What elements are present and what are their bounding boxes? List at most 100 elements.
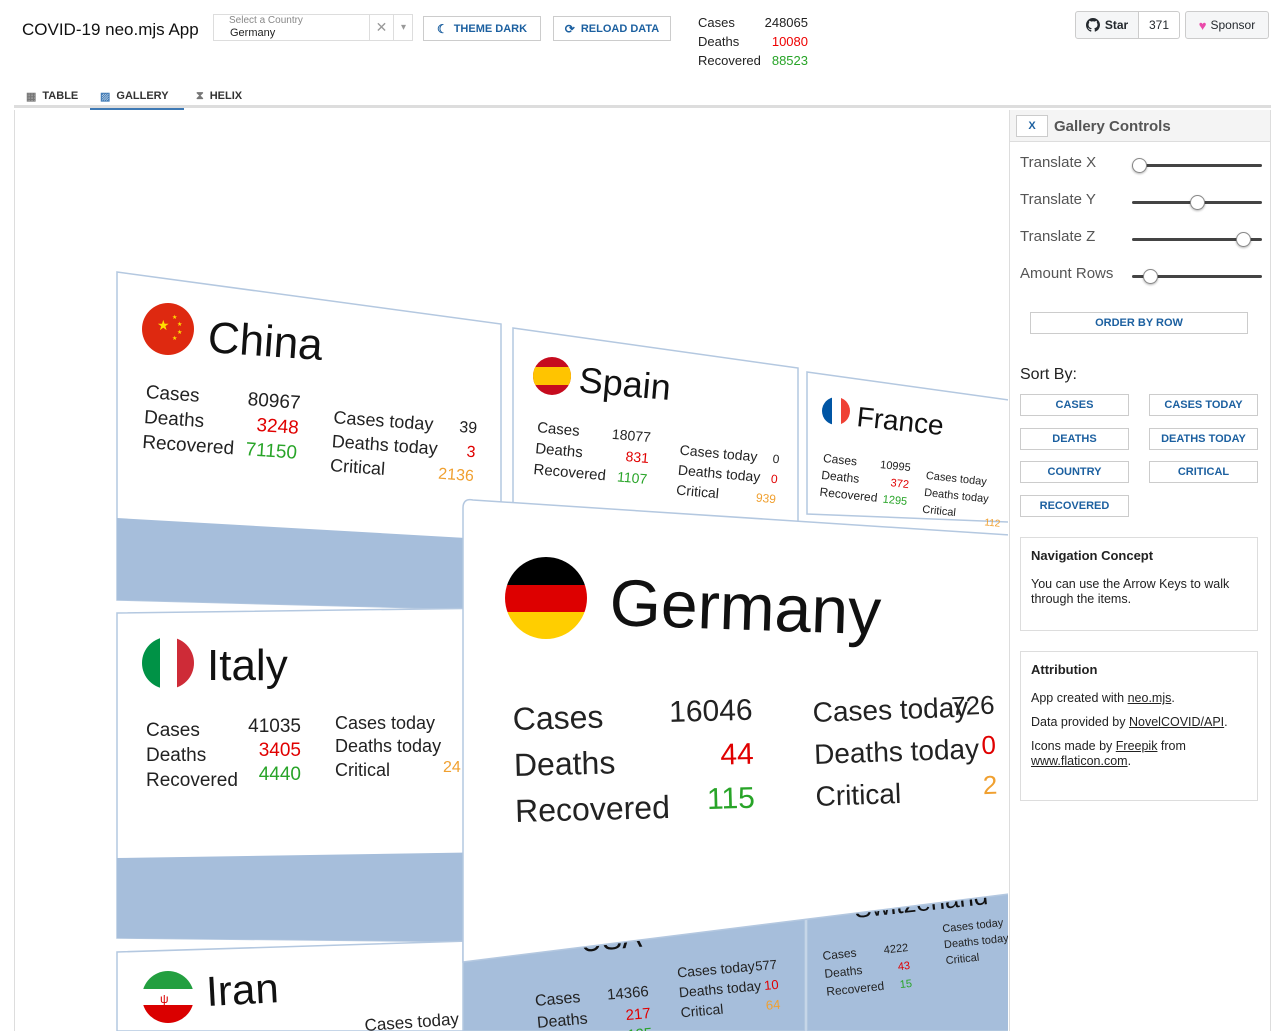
card-germany-critical-label: Critical [815,778,902,812]
card-china-deaths: 3248 [256,415,300,439]
svg-text:★: ★ [177,329,182,336]
summary-cases-label: Cases [698,15,735,30]
navigation-concept-panel: Navigation Concept You can use the Arrow… [1020,537,1258,631]
sort-deaths-button[interactable]: DEATHS [1020,428,1129,450]
sort-critical-button[interactable]: CRITICAL [1149,461,1258,483]
tab-helix-label: HELIX [209,90,243,102]
card-germany-cases: 16046 [669,694,753,729]
china-flag-icon: ★ ★ ★ ★ ★ [142,303,194,355]
attribution-icons-prefix: Icons made by [1031,739,1116,753]
translate-x-slider-row: Translate X [1020,154,1265,174]
card-usa-recovered: 125 [627,1025,653,1031]
card-france-recovered: 1295 [882,493,908,507]
card-germany-recovered-label: Recovered [515,789,671,829]
card-iran-country: Iran [205,964,280,1015]
svg-text:ψ: ψ [160,992,169,1006]
translate-x-track[interactable] [1132,164,1262,167]
github-star-count[interactable]: 371 [1139,11,1180,39]
card-usa-cases-today: 577 [755,957,778,974]
flaticon-link[interactable]: www.flaticon.com [1031,754,1128,768]
card-usa-deaths-label: Deaths [536,1011,588,1031]
summary-cases: Cases 248065 [698,13,818,32]
attribution-data-prefix: Data provided by [1031,715,1129,729]
order-by-row-button[interactable]: ORDER BY ROW [1030,312,1248,334]
card-italy-critical-label: Critical [335,760,390,780]
translate-x-thumb[interactable] [1131,158,1147,173]
card-germany-deaths: 44 [720,738,754,772]
card-italy-cases-today-label: Cases today [335,713,435,733]
github-star-button[interactable]: Star [1075,11,1139,39]
tab-table[interactable]: ▦ TABLE [16,84,88,108]
attribution-app-suffix: . [1171,691,1175,705]
gallery-card-iran[interactable]: ψ Iran Cases today 0 [116,939,502,1031]
card-italy-recovered-label: Recovered [146,770,238,791]
attribution-line-app: App created with neo.mjs. [1031,691,1247,706]
right-gutter [1271,84,1283,1031]
card-italy-critical: 24 [443,759,461,776]
neomjs-link[interactable]: neo.mjs [1128,691,1172,705]
gallery-card-china[interactable]: ★ ★ ★ ★ ★ China Cases Deaths Recovered 8… [116,271,502,611]
sort-cases-button[interactable]: CASES [1020,394,1129,416]
gallery-controls-panel: X Gallery Controls Translate X Translate… [1009,110,1271,1031]
card-china-deaths-label: Deaths [143,407,205,432]
attribution-icons-suffix: . [1127,754,1132,768]
gallery-canvas: ★ ★ ★ ★ ★ China Cases Deaths Recovered 8… [116,271,1008,1031]
card-usa-cases: 14366 [606,983,649,1004]
amount-rows-label: Amount Rows [1020,265,1114,282]
sort-country-button[interactable]: COUNTRY [1020,461,1129,483]
chevron-down-icon[interactable]: ▾ [393,15,413,40]
theme-dark-label: THEME DARK [453,22,528,35]
card-spain-country: Spain [577,359,672,408]
gallery-card-italy[interactable]: Italy Cases Deaths Recovered 41035 3405 … [116,607,502,943]
card-usa-deaths-today: 10 [763,977,779,993]
navigation-concept-title: Navigation Concept [1031,548,1154,563]
card-italy-country: Italy [207,641,288,690]
sort-recovered-button[interactable]: RECOVERED [1020,495,1129,517]
card-italy-cases-label: Cases [146,720,200,741]
summary-recovered: Recovered 88523 [698,51,818,70]
sort-cases-today-button[interactable]: CASES TODAY [1149,394,1258,416]
card-china-cases-today: 39 [459,419,478,437]
card-germany-deaths-today-label: Deaths today [814,733,980,770]
card-switzerland-recovered: 15 [899,978,912,991]
novelcovid-link[interactable]: NovelCOVID/API [1129,715,1224,729]
card-china-deaths-today: 3 [466,444,476,462]
clear-icon[interactable]: ✕ [369,15,393,40]
card-china-critical: 2136 [438,466,475,485]
card-france-deaths: 372 [890,477,910,491]
attribution-data-suffix: . [1224,715,1228,729]
tab-helix[interactable]: ⧗ HELIX [186,84,252,108]
card-italy-deaths-today-label: Deaths today [335,736,441,756]
summary-recovered-label: Recovered [698,53,761,68]
gallery-card-spain[interactable]: Spain Cases Deaths Recovered 18077 831 1… [512,327,799,531]
images-icon: ▨ [100,90,111,103]
theme-dark-button[interactable]: ☾ THEME DARK [423,16,541,41]
tab-gallery[interactable]: ▨ GALLERY [90,84,184,111]
sort-deaths-today-button[interactable]: DEATHS TODAY [1149,428,1258,450]
card-spain-critical: 939 [755,491,776,507]
gallery-card-france[interactable]: France Cases Deaths Recovered 10995 372 … [806,371,1008,530]
gallery-view[interactable]: ★ ★ ★ ★ ★ China Cases Deaths Recovered 8… [14,110,1008,1031]
country-select[interactable]: Select a Country Germany ✕ ▾ [213,14,413,41]
card-germany-critical: 2 [982,770,998,800]
close-controls-button[interactable]: X [1016,115,1048,137]
github-star-label: Star [1104,18,1129,32]
card-china-critical-label: Critical [330,455,386,479]
card-germany-deaths-today: 0 [981,730,997,760]
gallery-card-germany[interactable]: Germany Cases Deaths Recovered 16046 44 … [462,498,1008,963]
card-italy-cases: 41035 [248,716,301,737]
card-china-recovered: 71150 [245,439,298,464]
sponsor-button[interactable]: ♥ Sponsor [1185,11,1269,39]
freepik-link[interactable]: Freepik [1116,739,1158,753]
translate-z-slider-row: Translate Z [1020,228,1265,248]
card-usa-critical: 64 [765,997,781,1013]
translate-y-label: Translate Y [1020,191,1096,208]
summary-panel: Cases 248065 Deaths 10080 Recovered 8852… [698,13,818,70]
translate-y-thumb[interactable] [1190,195,1205,210]
translate-z-label: Translate Z [1020,228,1096,245]
amount-rows-thumb[interactable] [1143,269,1159,284]
iran-flag-icon: ψ [142,971,194,1023]
reload-data-button[interactable]: ⟳ RELOAD DATA [553,16,671,41]
translate-z-thumb[interactable] [1235,232,1251,247]
attribution-panel: Attribution App created with neo.mjs. Da… [1020,651,1258,801]
